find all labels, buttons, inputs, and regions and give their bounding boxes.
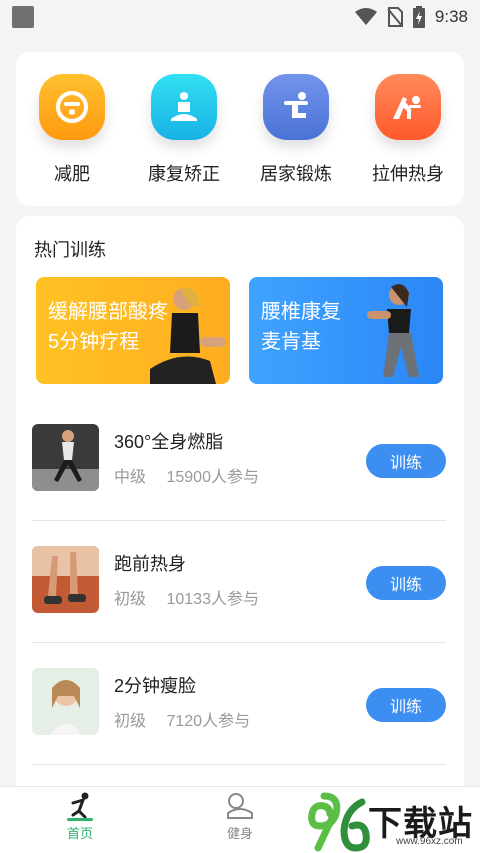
notification-icon: [12, 6, 34, 28]
category-lose-weight[interactable]: 减肥: [22, 74, 122, 206]
course-participants: 10133人参与: [166, 591, 259, 608]
banner-woman-image: [367, 284, 419, 377]
no-sim-icon: [387, 7, 403, 27]
banner-line-1: 腰椎康复: [261, 301, 341, 323]
course-level: 中级: [114, 469, 147, 486]
course-row[interactable]: 跑前热身 初级 10133人参与 训练: [32, 522, 446, 643]
nav-fitness[interactable]: 健身: [200, 791, 280, 842]
course-name: 2分钟瘦脸: [114, 676, 197, 696]
category-label: 拉伸热身: [372, 164, 444, 184]
course-participants: 15900人参与: [166, 469, 259, 486]
kettlebell-icon: [227, 793, 253, 819]
status-bar: 9:38: [0, 0, 480, 34]
course-meta: 中级 15900人参与: [114, 463, 259, 487]
scale-icon: [39, 74, 105, 140]
category-label: 居家锻炼: [260, 164, 332, 184]
course-name: 360°全身燃脂: [114, 432, 224, 452]
wifi-icon: [354, 8, 377, 25]
watermark-url: www.96xz.com: [396, 836, 463, 847]
battery-charging-icon: [412, 6, 425, 28]
nav-fitness-label: 健身: [226, 826, 253, 841]
train-button[interactable]: 训练: [366, 444, 446, 478]
course-thumbnail: [32, 668, 99, 735]
meditation-icon: [151, 74, 217, 140]
watermark: 下载站 www.96xz.com: [306, 790, 480, 853]
course-level: 初级: [114, 713, 147, 730]
stretch-figure-icon: [263, 74, 329, 140]
watermark-logo: [308, 792, 370, 852]
category-home-workout[interactable]: 居家锻炼: [246, 74, 346, 206]
nav-home-label: 首页: [66, 826, 93, 841]
course-meta: 初级 10133人参与: [114, 585, 259, 609]
category-rehab[interactable]: 康复矫正: [134, 74, 234, 206]
banner-text: 腰椎康复 麦肯基: [261, 297, 341, 357]
clock-time: 9:38: [434, 7, 468, 26]
train-button[interactable]: 训练: [366, 688, 446, 722]
course-row[interactable]: 2分钟瘦脸 初级 7120人参与 训练: [32, 644, 446, 765]
category-label: 减肥: [54, 164, 90, 184]
running-icon: [67, 792, 93, 821]
section-title: 热门训练: [34, 240, 106, 260]
banner-line-1: 缓解腰部酸疼: [48, 301, 168, 323]
banner-line-2: 麦肯基: [261, 331, 321, 353]
course-meta: 初级 7120人参与: [114, 707, 250, 731]
course-row[interactable]: 360°全身燃脂 中级 15900人参与 训练: [32, 400, 446, 521]
banner-line-2: 5分钟疗程: [48, 331, 140, 353]
course-level: 初级: [114, 591, 147, 608]
course-name: 跑前热身: [114, 554, 186, 574]
yoga-pose-icon: [375, 74, 441, 140]
nav-home[interactable]: 首页: [40, 791, 120, 842]
course-thumbnail: [32, 424, 99, 491]
category-card: 减肥 康复矫正 居家锻炼 拉伸热身: [16, 52, 464, 206]
banner-text: 缓解腰部酸疼 5分钟疗程: [48, 297, 168, 357]
category-label: 康复矫正: [148, 164, 220, 184]
banner-lower-back-pain[interactable]: 缓解腰部酸疼 5分钟疗程: [36, 277, 230, 384]
banner-lumbar-rehab[interactable]: 腰椎康复 麦肯基: [249, 277, 443, 384]
course-thumbnail: [32, 546, 99, 613]
train-button[interactable]: 训练: [366, 566, 446, 600]
hot-training-card: 热门训练 缓解腰部酸疼 5分钟疗程 腰椎康复 麦肯基 360°全身燃脂 中级 1…: [16, 216, 464, 816]
course-participants: 7120人参与: [166, 713, 251, 730]
category-stretch-warmup[interactable]: 拉伸热身: [358, 74, 458, 206]
